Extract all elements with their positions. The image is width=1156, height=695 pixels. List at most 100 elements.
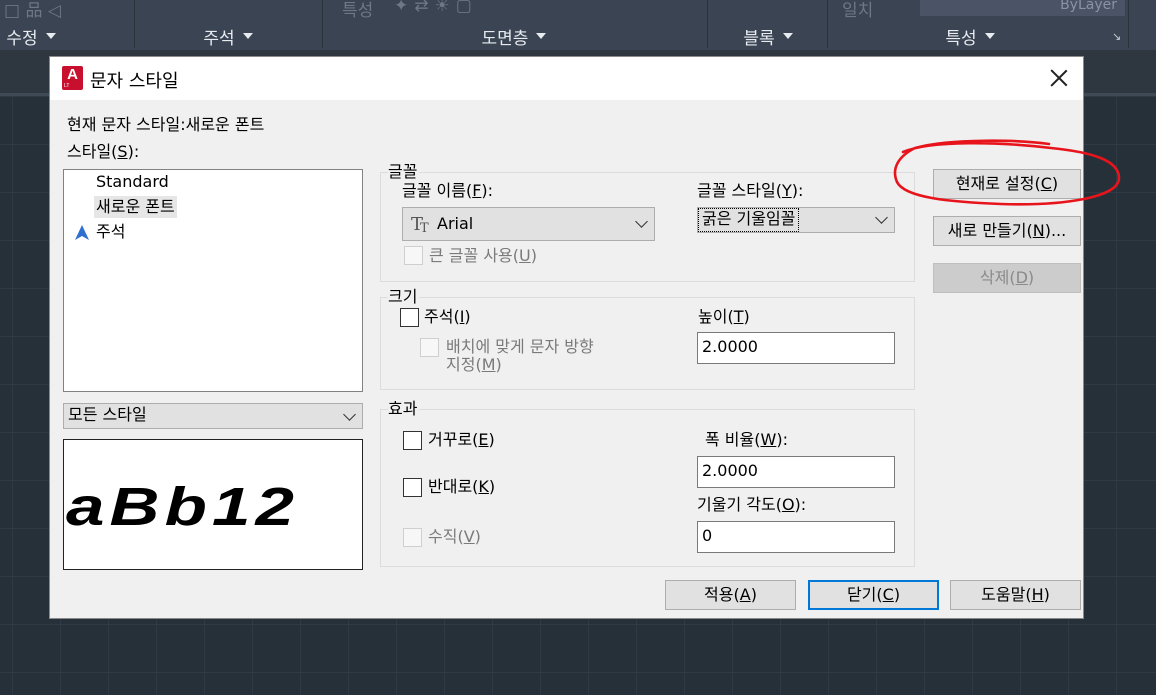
ribbon-panel-block[interactable]: 블록	[726, 22, 810, 50]
font-name-access-key: F	[472, 181, 482, 200]
match-orientation-label-line1: 배치에 맞게 문자 방향	[446, 337, 594, 356]
style-preview: aBb12	[63, 439, 363, 570]
match-orientation-access-key: M	[481, 355, 496, 374]
annotative-access-key: I	[459, 307, 465, 326]
match-orientation-line2-text: 지정	[446, 355, 476, 374]
big-font-label-text: 큰 글꼴 사용	[429, 246, 513, 265]
apply-button[interactable]: 적용(A)	[665, 580, 796, 610]
caret-down-icon	[45, 33, 56, 39]
style-filter-value: 모든 스타일	[68, 405, 147, 424]
upside-down-access-key: E	[478, 430, 489, 449]
dialog-title: 문자 스타일	[90, 71, 179, 92]
font-name-label-text: 글꼴 이름	[402, 181, 466, 200]
font-name-value: Arial	[437, 214, 474, 233]
current-style-label: 현재 문자 스타일:	[67, 115, 186, 134]
annotative-checkbox[interactable]	[400, 308, 419, 327]
text-style-dialog: A LT 문자 스타일 현재 문자 스타일:새로운 폰트 스타일(S): Stan…	[49, 56, 1121, 619]
annotative-label-text: 주석	[424, 307, 454, 326]
ribbon: □ 品 ◁ 특성 ✦⇄☀▢ 일치 ByLayer 수정 주석 도면층 블록 특성…	[0, 0, 1156, 50]
ribbon-panel-label: 블록	[743, 28, 775, 49]
set-current-access-key: C	[1040, 174, 1052, 193]
style-list[interactable]: Standard 새로운 폰트 주석	[63, 169, 363, 392]
big-font-label: 큰 글꼴 사용(U)	[429, 246, 537, 265]
ribbon-panel-modify[interactable]: 수정	[0, 22, 66, 50]
size-group-title: 크기	[388, 287, 420, 307]
chevron-down-icon	[343, 408, 356, 421]
close-button[interactable]: 닫기(C)	[808, 580, 939, 610]
height-label-text: 높이	[698, 307, 728, 326]
help-label: 도움말	[981, 585, 1026, 604]
font-style-select[interactable]: 굵은 기울임꼴	[697, 207, 895, 233]
vertical-label: 수직(V)	[428, 527, 481, 546]
style-item-standard[interactable]: Standard	[94, 171, 171, 193]
bylayer-dropdown[interactable]: ByLayer	[920, 0, 1125, 16]
oblique-angle-label: 기울기 각도(O):	[697, 495, 807, 514]
upside-down-checkbox[interactable]	[403, 431, 422, 450]
backwards-access-key: K	[478, 477, 489, 496]
height-input[interactable]: 2.0000	[697, 332, 895, 364]
font-style-value: 굵은 기울임꼴	[697, 208, 800, 232]
help-button[interactable]: 도움말(H)	[950, 580, 1081, 610]
ribbon-panel-label: 특성	[945, 28, 977, 49]
new-style-access-key: N	[1032, 221, 1045, 240]
width-factor-access-key: W	[760, 430, 777, 449]
close-access-key: C	[882, 585, 894, 604]
height-label: 높이(T)	[698, 307, 750, 326]
close-icon[interactable]	[1046, 65, 1072, 91]
ribbon-separator	[322, 0, 323, 48]
big-font-checkbox[interactable]	[404, 246, 423, 265]
ribbon-panel-layers[interactable]: 도면층	[462, 22, 566, 50]
new-style-label: 새로 만들기	[947, 221, 1027, 240]
font-style-access-key: Y	[781, 181, 792, 200]
ribbon-separator	[134, 0, 135, 48]
caret-down-icon	[782, 33, 793, 39]
annotative-icon	[75, 225, 89, 240]
width-factor-input[interactable]: 2.0000	[697, 456, 895, 488]
style-filter-select[interactable]: 모든 스타일	[63, 403, 363, 429]
oblique-angle-label-text: 기울기 각도	[697, 495, 776, 514]
delete-style-label: 삭제	[979, 268, 1010, 287]
help-access-key: H	[1031, 585, 1044, 604]
preview-sample-text: aBb12	[66, 477, 300, 537]
styles-access-key: S	[117, 142, 128, 161]
ribbon-separator	[1128, 0, 1129, 48]
oblique-angle-input[interactable]: 0	[697, 521, 895, 553]
caret-down-icon	[984, 33, 995, 39]
height-access-key: T	[733, 307, 744, 326]
upside-down-label: 거꾸로(E)	[428, 430, 495, 449]
panel-launcher-icon[interactable]: ↘	[1112, 30, 1121, 43]
ribbon-ghost-match: 일치	[842, 1, 874, 20]
style-item-annotative[interactable]: 주석	[94, 221, 127, 243]
ribbon-separator	[707, 0, 708, 48]
match-orientation-label-line2: 지정(M)	[446, 355, 502, 374]
current-style-value: 새로운 폰트	[185, 115, 265, 134]
width-factor-label: 폭 비율(W):	[705, 430, 788, 449]
dialog-titlebar[interactable]: A LT 문자 스타일	[50, 57, 1083, 100]
vertical-access-key: V	[463, 527, 475, 546]
autocad-lt-icon: A LT	[62, 66, 83, 90]
caret-down-icon	[242, 33, 253, 39]
backwards-checkbox[interactable]	[403, 478, 422, 497]
apply-label: 적용	[704, 585, 734, 604]
current-style-line: 현재 문자 스타일:새로운 폰트	[67, 115, 264, 135]
ribbon-panel-annotation[interactable]: 주석	[186, 22, 270, 50]
delete-style-button[interactable]: 삭제(D)	[933, 263, 1081, 293]
oblique-angle-access-key: O	[781, 495, 795, 514]
annotative-label: 주석(I)	[424, 307, 471, 326]
vertical-checkbox[interactable]	[403, 528, 422, 547]
effects-group-title: 효과	[388, 399, 420, 419]
styles-label-text: 스타일	[67, 142, 112, 161]
font-name-select[interactable]: TT Arial	[402, 207, 655, 241]
backwards-label: 반대로(K)	[428, 477, 496, 496]
match-orientation-checkbox[interactable]	[420, 338, 439, 357]
ribbon-separator	[827, 0, 828, 48]
close-label: 닫기	[846, 585, 877, 604]
set-current-button[interactable]: 현재로 설정(C)	[933, 169, 1081, 199]
new-style-button[interactable]: 새로 만들기(N)...	[933, 216, 1081, 246]
style-item-new-font[interactable]: 새로운 폰트	[94, 196, 177, 218]
ribbon-panel-properties[interactable]: 특성	[928, 22, 1012, 50]
upside-down-label-text: 거꾸로	[428, 430, 473, 449]
font-style-label-text: 글꼴 스타일	[697, 181, 776, 200]
font-name-label: 글꼴 이름(F):	[402, 181, 494, 200]
big-font-access-key: U	[519, 246, 531, 265]
